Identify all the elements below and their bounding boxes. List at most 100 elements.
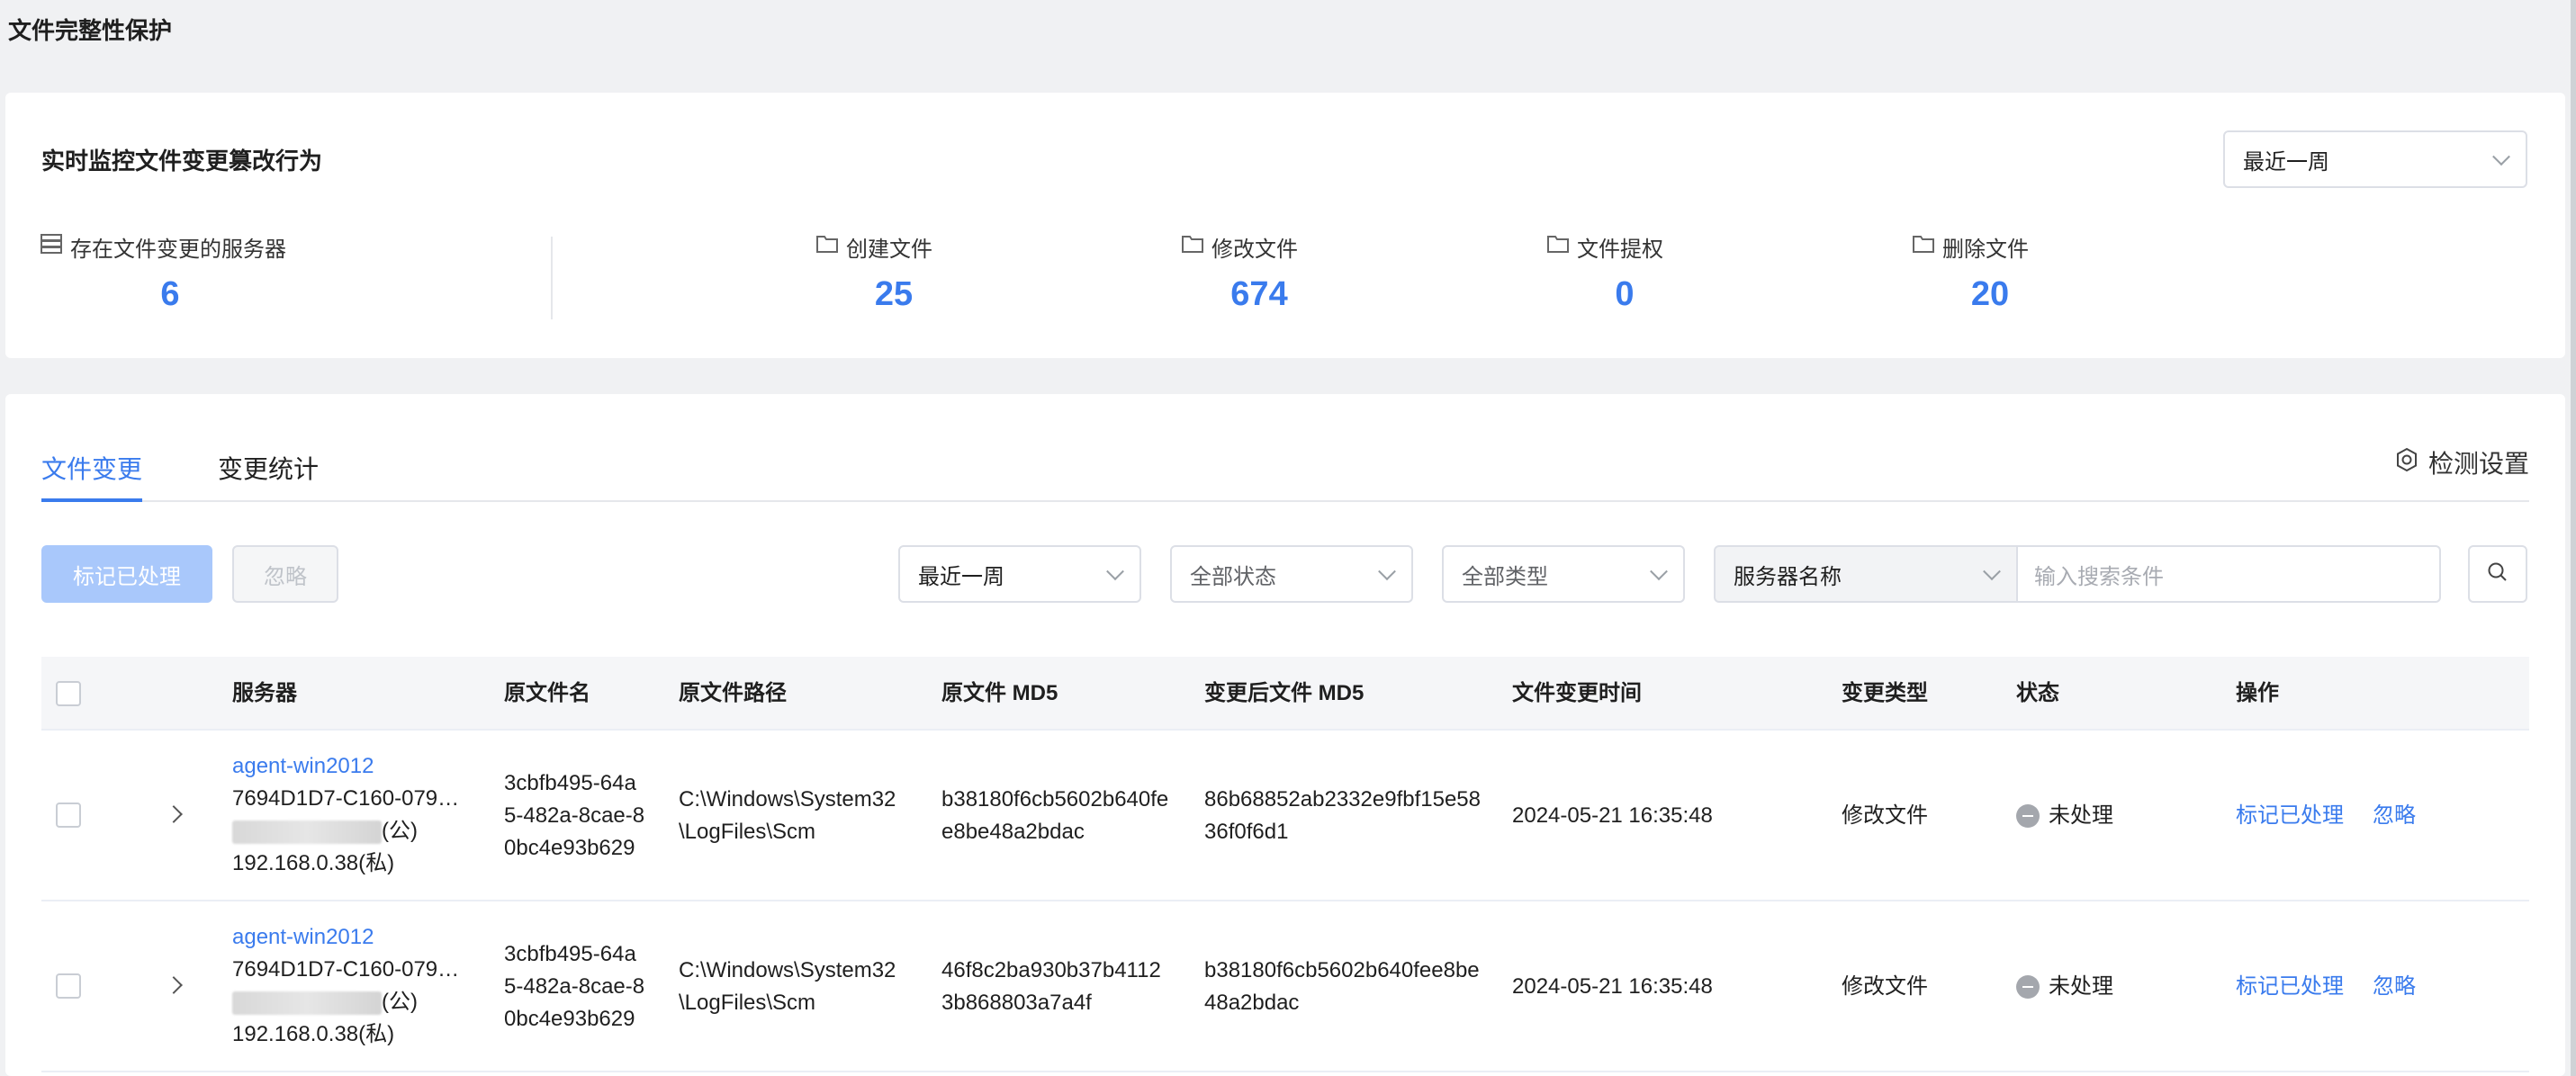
- search-button[interactable]: [2468, 545, 2527, 603]
- stat-value: 0: [1615, 275, 1635, 313]
- table-header: 服务器 原文件名 原文件路径 原文件 MD5 变更后文件 MD5 文件变更时间 …: [41, 657, 2529, 731]
- search-field-select[interactable]: 服务器名称: [1714, 545, 2018, 603]
- file-change-table: 服务器 原文件名 原文件路径 原文件 MD5 变更后文件 MD5 文件变更时间 …: [41, 657, 2529, 1072]
- search-input[interactable]: 输入搜索条件: [2016, 545, 2441, 603]
- column-header: 原文件名: [504, 681, 590, 705]
- detection-settings-button[interactable]: 检测设置: [2394, 444, 2529, 480]
- server-name-link[interactable]: agent-win2012: [232, 921, 493, 954]
- select-all-checkbox[interactable]: [56, 681, 81, 706]
- summary-range-select[interactable]: 最近一周: [2223, 130, 2527, 188]
- new-md5-cell: 86b68852ab2332e9fbf15e58 36f0f6d1: [1204, 787, 1481, 844]
- chevron-down-icon: [1983, 562, 2001, 581]
- pending-icon: [2016, 975, 2040, 999]
- server-id: 7694D1D7-C160-079…: [232, 786, 460, 811]
- column-header: 变更后文件 MD5: [1204, 681, 1365, 705]
- mark-processed-button[interactable]: 标记已处理: [41, 545, 212, 603]
- status-badge: 未处理: [2016, 971, 2113, 1003]
- search-field-value: 服务器名称: [1734, 564, 1842, 589]
- column-header: 原文件 MD5: [941, 681, 1058, 705]
- stat-label: 文件提权: [1577, 238, 1663, 262]
- server-cell: agent-win2012 7694D1D7-C160-079… (公) 192…: [232, 750, 493, 880]
- orig-md5-cell: b38180f6cb5602b640fe e8be48a2bdac: [941, 787, 1169, 844]
- page-title: 文件完整性保护: [8, 17, 173, 44]
- file-name-cell: 3cbfb495-64a 5-482a-8cae-8 0bc4e93b629: [504, 771, 645, 860]
- chevron-down-icon: [1106, 562, 1124, 581]
- stat-delete: 删除文件 20: [1912, 231, 2068, 314]
- status-filter[interactable]: 全部状态: [1170, 545, 1413, 603]
- stat-modify: 修改文件 674: [1181, 231, 1338, 314]
- folder-icon: [1912, 232, 1935, 262]
- status-badge: 未处理: [2016, 800, 2113, 832]
- stat-label: 删除文件: [1942, 238, 2029, 262]
- tab-file-changes[interactable]: 文件变更: [41, 448, 142, 502]
- row-checkbox[interactable]: [56, 973, 81, 999]
- stat-value: 674: [1230, 275, 1288, 313]
- folder-icon: [815, 232, 839, 262]
- folder-icon: [1546, 232, 1570, 262]
- tab-change-stats[interactable]: 变更统计: [218, 448, 319, 502]
- server-id: 7694D1D7-C160-079…: [232, 957, 460, 982]
- server-icon: [40, 232, 63, 262]
- range-filter-value: 最近一周: [918, 564, 1004, 589]
- gear-icon: [2394, 447, 2419, 479]
- public-ip: (公): [232, 986, 493, 1018]
- list-card: 文件变更 变更统计 检测设置 标记已处理 忽略 最近一周 全部状态 全部类型 服…: [5, 394, 2565, 1076]
- column-header: 状态: [2016, 681, 2059, 705]
- type-filter[interactable]: 全部类型: [1442, 545, 1685, 603]
- window-edge: [2571, 0, 2576, 1076]
- stat-value: 20: [1970, 275, 2010, 313]
- public-ip: (公): [232, 815, 493, 847]
- tab-bar: 文件变更 变更统计: [41, 448, 2529, 502]
- new-md5-cell: b38180f6cb5602b640fee8be 48a2bdac: [1204, 958, 1480, 1015]
- summary-range-value: 最近一周: [2243, 149, 2329, 175]
- column-header: 文件变更时间: [1512, 681, 1642, 705]
- range-filter[interactable]: 最近一周: [898, 545, 1141, 603]
- table-row[interactable]: agent-win2012 7694D1D7-C160-079… (公) 192…: [41, 901, 2529, 1072]
- private-ip: 192.168.0.38(私): [232, 1022, 395, 1046]
- column-header: 服务器: [232, 681, 297, 705]
- chevron-down-icon: [1378, 562, 1396, 581]
- pending-icon: [2016, 804, 2040, 828]
- stat-privilege: 文件提权 0: [1546, 231, 1703, 314]
- row-checkbox[interactable]: [56, 803, 81, 828]
- column-header: 操作: [2236, 681, 2279, 705]
- file-name-cell: 3cbfb495-64a 5-482a-8cae-8 0bc4e93b629: [504, 942, 645, 1031]
- row-ignore-link[interactable]: 忽略: [2373, 971, 2416, 1003]
- stat-create: 创建文件 25: [815, 231, 972, 314]
- stat-label: 修改文件: [1211, 238, 1298, 262]
- change-type-cell: 修改文件: [1842, 974, 1928, 999]
- table-row[interactable]: agent-win2012 7694D1D7-C160-079… (公) 192…: [41, 731, 2529, 901]
- folder-icon: [1181, 232, 1204, 262]
- summary-card: 实时监控文件变更篡改行为 最近一周 存在文件变更的服务器 6 创建文件 25 修…: [5, 93, 2565, 358]
- summary-title: 实时监控文件变更篡改行为: [41, 148, 323, 175]
- file-path-cell: C:\Windows\System32 \LogFiles\Scm: [679, 787, 896, 844]
- column-header: 变更类型: [1842, 681, 1928, 705]
- divider: [551, 237, 553, 319]
- row-mark-processed-link[interactable]: 标记已处理: [2236, 971, 2344, 1003]
- status-filter-value: 全部状态: [1190, 564, 1276, 589]
- change-type-cell: 修改文件: [1842, 803, 1928, 828]
- redacted-ip: [232, 991, 382, 1015]
- redacted-ip: [232, 820, 382, 844]
- chevron-down-icon: [1650, 562, 1668, 581]
- server-name-link[interactable]: agent-win2012: [232, 750, 493, 783]
- row-mark-processed-link[interactable]: 标记已处理: [2236, 800, 2344, 832]
- stat-label: 存在文件变更的服务器: [70, 238, 286, 262]
- expand-row-icon[interactable]: [165, 805, 183, 823]
- change-time-cell: 2024-05-21 16:35:48: [1512, 974, 1713, 999]
- server-cell: agent-win2012 7694D1D7-C160-079… (公) 192…: [232, 921, 493, 1051]
- stat-value: 6: [160, 275, 180, 313]
- type-filter-value: 全部类型: [1462, 564, 1548, 589]
- stat-label: 创建文件: [846, 238, 932, 262]
- expand-row-icon[interactable]: [165, 976, 183, 994]
- search-icon: [2486, 560, 2509, 588]
- file-path-cell: C:\Windows\System32 \LogFiles\Scm: [679, 958, 896, 1015]
- row-ignore-link[interactable]: 忽略: [2373, 800, 2416, 832]
- chevron-down-icon: [2492, 148, 2510, 166]
- change-time-cell: 2024-05-21 16:35:48: [1512, 803, 1713, 828]
- ignore-button[interactable]: 忽略: [232, 545, 338, 603]
- stat-value: 25: [874, 275, 914, 313]
- column-header: 原文件路径: [679, 681, 787, 705]
- detection-settings-label: 检测设置: [2427, 450, 2529, 478]
- private-ip: 192.168.0.38(私): [232, 851, 395, 875]
